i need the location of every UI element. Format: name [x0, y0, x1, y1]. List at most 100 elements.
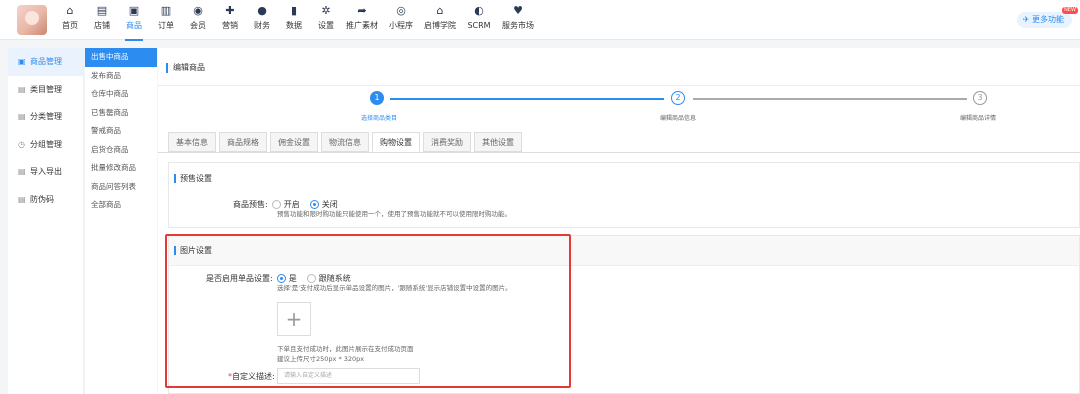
secondary-sidebar-item[interactable]: 已售罄商品: [85, 104, 157, 123]
nav-item[interactable]: ⌂ 首页: [58, 2, 82, 32]
primary-sidebar-item[interactable]: ▣ 商品管理: [8, 48, 83, 76]
step-line-2: [693, 98, 967, 100]
nav-item-label: 数据: [286, 21, 302, 30]
upload-hint-2: 建议上传尺寸250px * 320px: [277, 355, 365, 363]
step-2-label: 编辑商品信息: [660, 115, 697, 122]
single-image-follow-radio[interactable]: [306, 274, 316, 283]
custom-desc-input[interactable]: 请输入自定义描述: [277, 368, 420, 384]
secondary-sidebar-item[interactable]: 启货仓商品: [85, 141, 157, 160]
nav-item[interactable]: ▥ 订单: [154, 2, 178, 32]
nav-item[interactable]: ▮ 数据: [282, 2, 306, 32]
step-line-1: [390, 98, 664, 100]
tab-item[interactable]: 物流信息: [321, 132, 369, 152]
presale-off-radio[interactable]: [309, 200, 319, 209]
primary-sidebar: ▣ 商品管理 ▤ 类目管理 ▤ 分类管理 ◷ 分组管理 ▤ 导入导出 ▤ 防伪码: [8, 48, 84, 394]
primary-sidebar-item[interactable]: ◷ 分组管理: [8, 131, 83, 159]
edit-tabs: 基本信息 商品规格 佣金设置 物流信息 购物设置 消费奖励 其他设置: [168, 132, 525, 152]
plus-icon: +: [285, 307, 303, 331]
image-section-header: [169, 236, 1079, 266]
nav-item-label: 服务市场: [502, 21, 534, 30]
home-icon: ⌂: [66, 4, 74, 17]
single-image-hint: 选择'是'支付成功后显示单品设置的图片，'跟随系统'显示店铺设置中设置的图片。: [277, 284, 512, 292]
nav-item-label: 店铺: [94, 21, 110, 30]
nav-item-label: 首页: [62, 21, 78, 30]
tab-item[interactable]: 消费奖励: [423, 132, 471, 152]
nav-item[interactable]: ✲ 设置: [314, 2, 338, 32]
primary-sidebar-item[interactable]: ▤ 导入导出: [8, 158, 83, 186]
custom-desc-label: 自定义描述:: [232, 372, 275, 381]
secondary-sidebar-item[interactable]: 全部商品: [85, 196, 157, 215]
new-badge: NEW: [1062, 7, 1078, 14]
finance-icon: ●: [257, 4, 267, 17]
product-icon: ▣: [128, 4, 140, 17]
main-nav: ⌂ 首页 ▤ 店铺 ▣ 商品 ▥ 订单 ◉ 会员 ✚ 营销 ● 财务 ▮ 数据 ✲ 设置 ➦ 推广素材 ◎ 小程序 ⌂ 启博学…: [58, 2, 542, 41]
single-image-label: 是否启用单品设置:: [206, 274, 273, 283]
nav-item-label: 会员: [190, 21, 206, 30]
nav-item-label: 推广素材: [346, 21, 378, 30]
presale-on-label[interactable]: 开启: [284, 199, 300, 210]
primary-sidebar-label: 导入导出: [30, 167, 62, 177]
secondary-sidebar-item[interactable]: 商品问答列表: [85, 178, 157, 197]
secondary-sidebar-item[interactable]: 批量修改商品: [85, 159, 157, 178]
nav-item[interactable]: ▣ 商品: [122, 2, 146, 41]
menu-item-icon: ▣: [18, 57, 26, 67]
tab-item[interactable]: 佣金设置: [270, 132, 318, 152]
single-image-yes-label[interactable]: 是: [289, 273, 297, 284]
primary-sidebar-item[interactable]: ▤ 类目管理: [8, 76, 83, 104]
nav-item-label: 财务: [254, 21, 270, 30]
primary-sidebar-item[interactable]: ▤ 分类管理: [8, 103, 83, 131]
secondary-sidebar-item[interactable]: 发布商品: [85, 67, 157, 86]
image-section: 图片设置 是否启用单品设置: 是 跟随系统 选择'是'支付成功后显示单品设置的图…: [168, 235, 1080, 394]
secondary-sidebar: 出售中商品 发布商品 仓库中商品 已售罄商品 警戒商品 启货仓商品 批量修改商品 商品问答列表…: [85, 48, 157, 394]
step-3-circle: 3: [973, 91, 987, 105]
nav-item-label: SCRM: [467, 21, 491, 30]
tab-item[interactable]: 商品规格: [219, 132, 267, 152]
nav-item[interactable]: ● 财务: [250, 2, 274, 32]
member-icon: ◉: [193, 4, 203, 17]
presale-hint: 预售功能和限时购功能只能使用一个，使用了预售功能就不可以使用限时购功能。: [277, 210, 511, 218]
tab-item[interactable]: 购物设置: [372, 132, 420, 152]
secondary-sidebar-item[interactable]: 警戒商品: [85, 122, 157, 141]
nav-item[interactable]: ⌂ 启博学院: [424, 2, 456, 32]
primary-sidebar-item[interactable]: ▤ 防伪码: [8, 186, 83, 214]
tab-item[interactable]: 其他设置: [474, 132, 522, 152]
shop-logo[interactable]: [17, 5, 47, 35]
nav-item-label: 商品: [126, 21, 142, 30]
academy-icon: ⌂: [436, 4, 444, 17]
step-1-circle: 1: [370, 91, 384, 105]
more-features-button[interactable]: ✈ 更多功能 NEW: [1016, 7, 1078, 28]
menu-item-icon: ▤: [18, 167, 26, 177]
menu-item-icon: ▤: [18, 112, 26, 122]
miniprogram-icon: ◎: [396, 4, 406, 17]
presale-section: 预售设置 商品预售: 开启 关闭 预售功能和限时购功能只能使用一个，使用了预售功…: [168, 162, 1080, 228]
primary-sidebar-label: 类目管理: [30, 84, 62, 94]
tab-bar-line: [158, 152, 1080, 153]
tab-item[interactable]: 基本信息: [168, 132, 216, 152]
promotion-icon: ➦: [357, 4, 367, 17]
single-image-follow-label[interactable]: 跟随系统: [319, 273, 351, 284]
single-image-yes-radio[interactable]: [276, 274, 286, 283]
nav-item[interactable]: ◎ 小程序: [386, 2, 416, 32]
nav-item[interactable]: ◉ 会员: [186, 2, 210, 32]
primary-sidebar-label: 防伪码: [30, 194, 54, 204]
presale-on-radio[interactable]: [271, 200, 281, 209]
top-nav-bar: ⌂ 首页 ▤ 店铺 ▣ 商品 ▥ 订单 ◉ 会员 ✚ 营销 ● 财务 ▮ 数据 ✲ 设置 ➦ 推广素材 ◎ 小程序 ⌂ 启博学…: [0, 0, 1080, 41]
presale-label: 商品预售:: [233, 200, 268, 209]
nav-item[interactable]: ♥ 服务市场: [502, 2, 534, 32]
image-upload-button[interactable]: +: [277, 302, 311, 336]
primary-sidebar-label: 分类管理: [30, 112, 62, 122]
nav-item[interactable]: ◐ SCRM: [464, 2, 494, 32]
nav-item[interactable]: ✚ 营销: [218, 2, 242, 32]
nav-item[interactable]: ▤ 店铺: [90, 2, 114, 32]
nav-item[interactable]: ➦ 推广素材: [346, 2, 378, 32]
primary-sidebar-label: 分组管理: [30, 139, 62, 149]
nav-item-label: 设置: [318, 21, 334, 30]
presale-off-label[interactable]: 关闭: [322, 199, 338, 210]
presale-row: 商品预售: 开启 关闭: [233, 199, 338, 210]
scrm-icon: ◐: [474, 4, 484, 17]
secondary-sidebar-item[interactable]: 仓库中商品: [85, 85, 157, 104]
menu-item-icon: ▤: [18, 194, 26, 204]
main-content: 编辑商品 1 2 3 选择商品类目 编辑商品信息 编辑商品详情 基本信息 商品规格…: [158, 48, 1080, 394]
step-1-label: 选择商品类目: [361, 115, 398, 122]
secondary-sidebar-item[interactable]: 出售中商品: [85, 48, 157, 67]
